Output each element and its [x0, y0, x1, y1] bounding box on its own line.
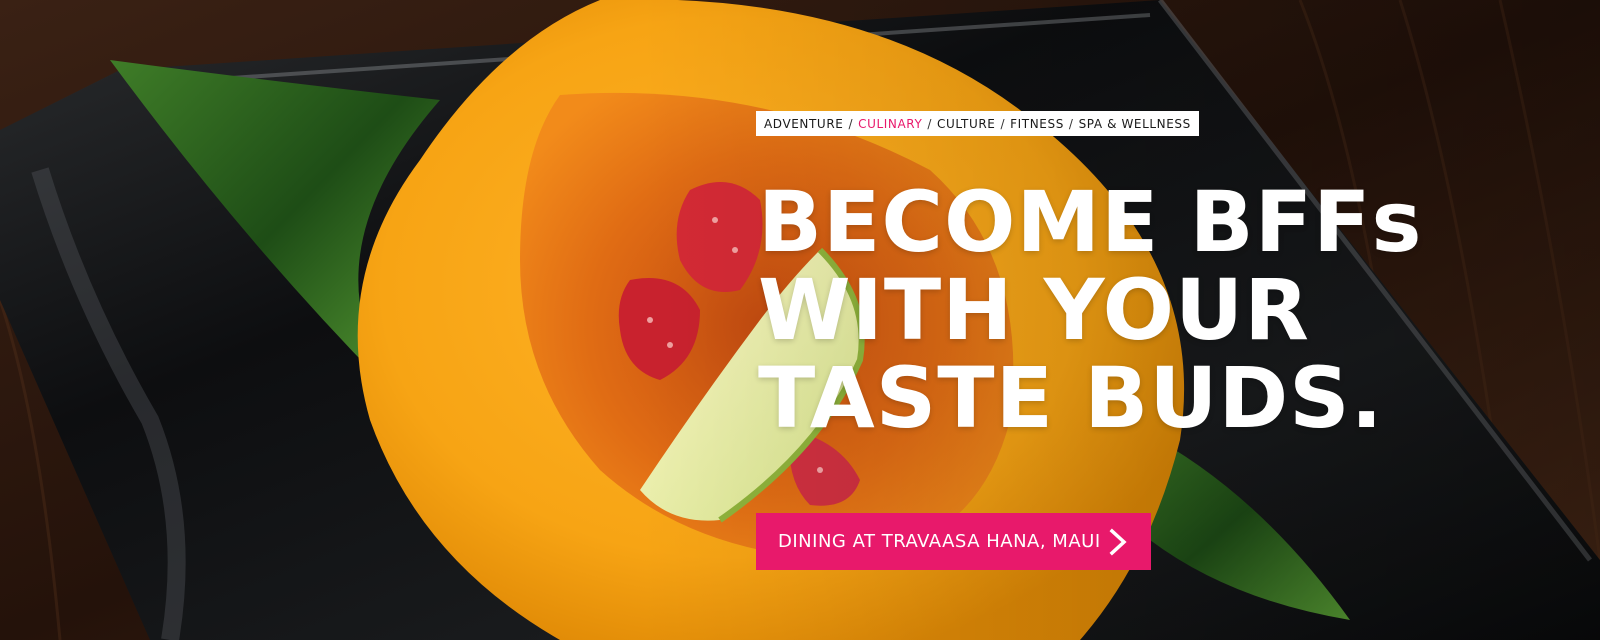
cta-label: DINING AT TRAVAASA HANA, MAUI — [778, 531, 1101, 552]
headline-line-1: BECOME BFFs — [758, 173, 1423, 271]
hero-headline: BECOME BFFs WITH YOUR TASTE BUDS. — [758, 178, 1422, 442]
headline-line-3: TASTE BUDS. — [758, 349, 1384, 447]
category-filter-bar: ADVENTURE / CULINARY / CULTURE / FITNESS… — [756, 111, 1199, 136]
category-separator: / — [1068, 116, 1074, 131]
category-fitness[interactable]: FITNESS — [1010, 117, 1064, 131]
category-separator: / — [927, 116, 933, 131]
dining-cta-button[interactable]: DINING AT TRAVAASA HANA, MAUI — [756, 513, 1151, 570]
hero-banner: ADVENTURE / CULINARY / CULTURE / FITNESS… — [0, 0, 1600, 640]
category-spa-wellness[interactable]: SPA & WELLNESS — [1079, 117, 1191, 131]
category-culinary[interactable]: CULINARY — [858, 117, 922, 131]
headline-line-2: WITH YOUR — [758, 261, 1310, 359]
category-separator: / — [848, 116, 854, 131]
category-culture[interactable]: CULTURE — [937, 117, 995, 131]
chevron-right-icon — [1109, 528, 1127, 556]
category-separator: / — [1000, 116, 1006, 131]
category-adventure[interactable]: ADVENTURE — [764, 117, 843, 131]
